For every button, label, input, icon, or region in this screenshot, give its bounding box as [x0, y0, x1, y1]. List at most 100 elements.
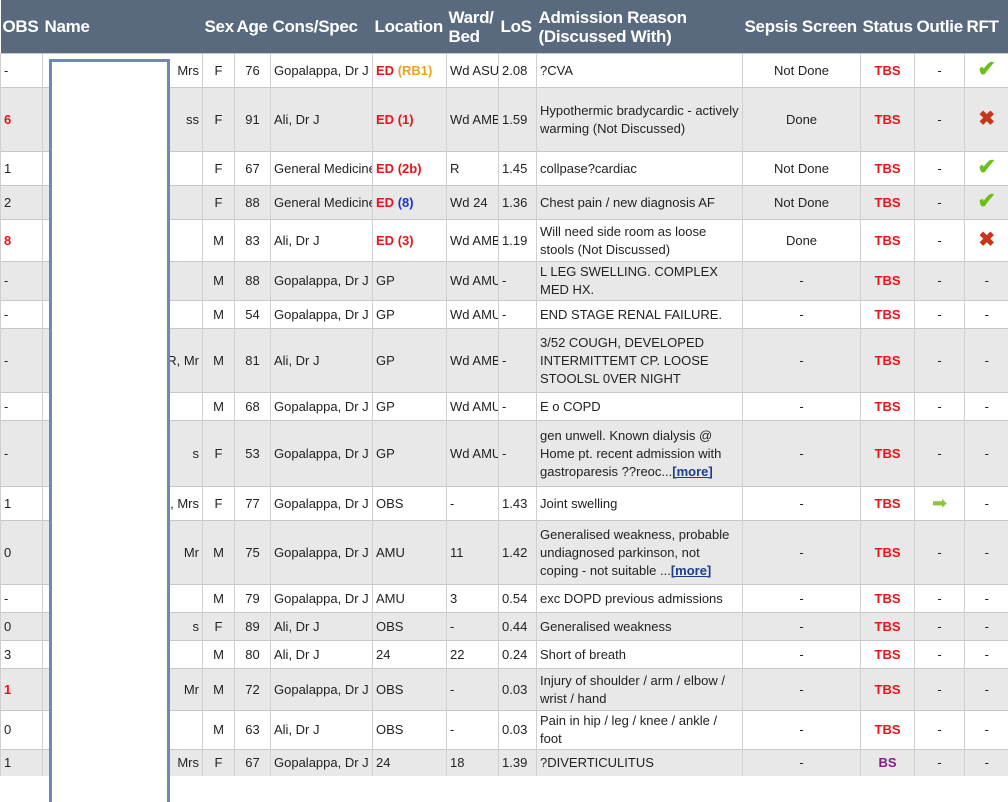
sex-cell: M [203, 220, 235, 262]
col-ward[interactable]: Ward/ Bed [447, 0, 499, 54]
status-badge[interactable]: TBS [861, 585, 915, 613]
status-badge[interactable]: TBS [861, 669, 915, 711]
reason-text: ?CVA [540, 63, 573, 78]
col-sex[interactable]: Sex [203, 0, 235, 54]
location-main: OBS [376, 496, 403, 511]
status-badge[interactable]: TBS [861, 88, 915, 152]
status-badge[interactable]: TBS [861, 329, 915, 393]
age-cell: 68 [235, 393, 271, 421]
location-cell: ED (2b) [373, 152, 447, 186]
reason-text: collpase?cardiac [540, 161, 637, 176]
status-badge[interactable]: TBS [861, 613, 915, 641]
age-cell: 89 [235, 613, 271, 641]
location-cell: 24 [373, 641, 447, 669]
col-reason[interactable]: Admission Reason (Discussed With) [537, 0, 743, 54]
los-cell: 1.42 [499, 521, 537, 585]
outlie-cell: - [915, 613, 965, 641]
los-cell: 0.24 [499, 641, 537, 669]
col-status[interactable]: Status [861, 0, 915, 54]
outlie-cell: - [915, 301, 965, 329]
outlie-cell: - [915, 641, 965, 669]
consultant-cell: Ali, Dr J [271, 711, 373, 750]
sepsis-screen-cell: Not Done [743, 152, 861, 186]
sepsis-screen-cell: Done [743, 88, 861, 152]
location-main: GP [376, 273, 395, 288]
outlie-cell: - [915, 521, 965, 585]
reason-text: E o COPD [540, 399, 601, 414]
sepsis-screen-cell: - [743, 393, 861, 421]
obs-cell: - [1, 54, 43, 88]
rft-cell: ✔ [965, 54, 1008, 88]
col-rft[interactable]: RFT [965, 0, 1008, 54]
rft-cell: - [965, 393, 1008, 421]
consultant-cell: Gopalappa, Dr J [271, 301, 373, 329]
col-cons[interactable]: Cons/Spec [271, 0, 373, 54]
sex-cell: F [203, 152, 235, 186]
reason-text: 3/52 COUGH, DEVELOPED INTERMITTEMT CP. L… [540, 335, 709, 386]
cross-icon: ✖ [978, 110, 995, 128]
sex-cell: F [203, 487, 235, 521]
outlie-cell: - [915, 585, 965, 613]
status-badge[interactable]: BS [861, 750, 915, 776]
status-badge[interactable]: TBS [861, 152, 915, 186]
location-cell: OBS [373, 487, 447, 521]
los-cell: 1.43 [499, 487, 537, 521]
ward-bed-cell: Wd AMU [447, 301, 499, 329]
status-badge[interactable]: TBS [861, 521, 915, 585]
los-cell: 1.45 [499, 152, 537, 186]
status-badge[interactable]: TBS [861, 220, 915, 262]
table-header-row: OBS Name Sex Age Cons/Spec Location Ward… [1, 0, 1008, 54]
reason-text: ?DIVERTICULITUS [540, 755, 654, 770]
col-name[interactable]: Name [43, 0, 203, 54]
rft-cell: - [965, 301, 1008, 329]
location-main: OBS [376, 722, 403, 737]
more-link[interactable]: [more] [671, 563, 711, 578]
sepsis-screen-cell: - [743, 641, 861, 669]
status-badge[interactable]: TBS [861, 301, 915, 329]
col-location[interactable]: Location [373, 0, 447, 54]
location-bay: (2b) [398, 161, 422, 176]
check-icon: ✔ [978, 158, 996, 176]
age-cell: 75 [235, 521, 271, 585]
col-los[interactable]: LoS [499, 0, 537, 54]
reason-text: Generalised weakness [540, 619, 672, 634]
obs-cell: - [1, 585, 43, 613]
rft-cell: ✖ [965, 88, 1008, 152]
location-cell: ED (RB1) [373, 54, 447, 88]
los-cell: 0.44 [499, 613, 537, 641]
sepsis-screen-cell: - [743, 301, 861, 329]
los-cell: 1.59 [499, 88, 537, 152]
status-badge[interactable]: TBS [861, 421, 915, 487]
status-badge[interactable]: TBS [861, 393, 915, 421]
rft-cell: ✖ [965, 220, 1008, 262]
status-badge[interactable]: TBS [861, 262, 915, 301]
rft-cell: - [965, 329, 1008, 393]
sex-cell: F [203, 88, 235, 152]
consultant-cell: Ali, Dr J [271, 220, 373, 262]
age-cell: 88 [235, 262, 271, 301]
more-link[interactable]: [more] [672, 464, 712, 479]
arrow-right-icon[interactable]: ➡ [932, 494, 947, 512]
sex-cell: F [203, 186, 235, 220]
admission-reason: exc DOPD previous admissions [537, 585, 743, 613]
col-obs[interactable]: OBS [1, 0, 43, 54]
status-badge[interactable]: TBS [861, 54, 915, 88]
reason-text: Injury of shoulder / arm / elbow / wrist… [540, 673, 725, 706]
col-age[interactable]: Age [235, 0, 271, 54]
status-badge[interactable]: TBS [861, 487, 915, 521]
location-bay: (1) [398, 112, 414, 127]
rft-cell: - [965, 669, 1008, 711]
ward-bed-cell: Wd AMU [447, 421, 499, 487]
status-badge[interactable]: TBS [861, 186, 915, 220]
age-cell: 91 [235, 88, 271, 152]
col-sepsis[interactable]: Sepsis Screen [743, 0, 861, 54]
location-main: GP [376, 353, 395, 368]
age-cell: 67 [235, 750, 271, 776]
status-badge[interactable]: TBS [861, 641, 915, 669]
sepsis-screen-cell: - [743, 585, 861, 613]
col-outlie[interactable]: Outlie [915, 0, 965, 54]
outlie-cell: - [915, 262, 965, 301]
status-badge[interactable]: TBS [861, 711, 915, 750]
location-cell: 24 [373, 750, 447, 776]
outlie-cell: - [915, 711, 965, 750]
